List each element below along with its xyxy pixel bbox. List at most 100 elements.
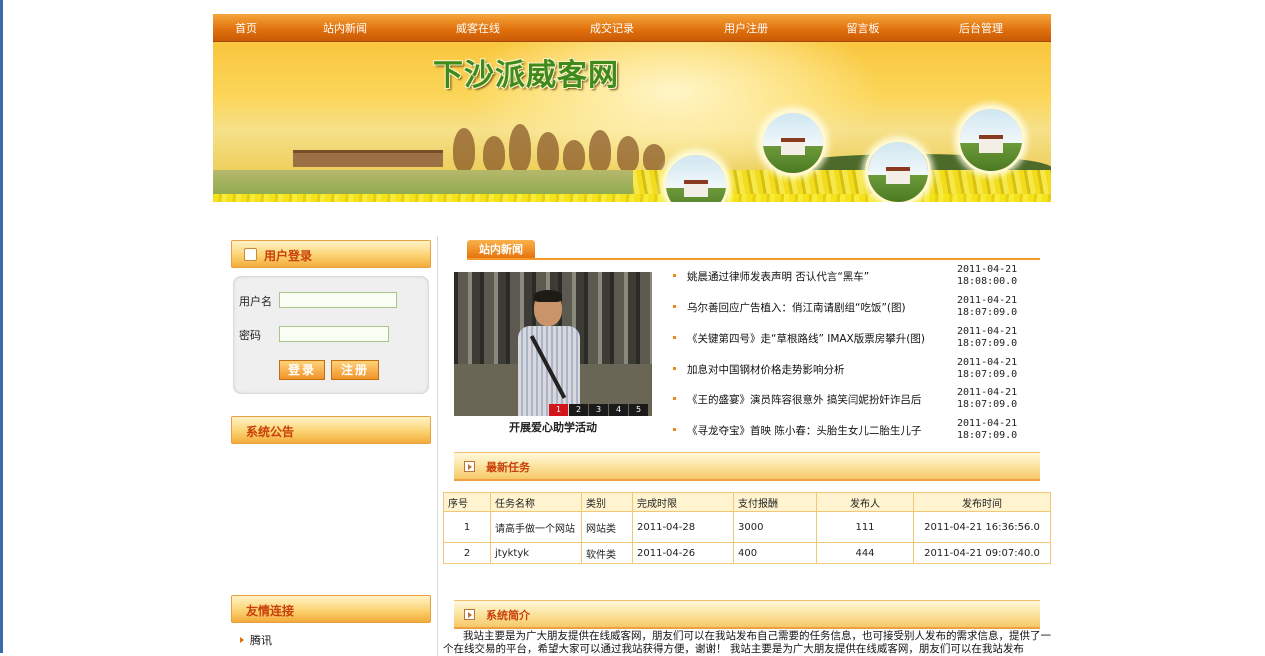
banner-photo-bubble-4	[957, 106, 1025, 174]
tasks-table: 序号 任务名称 类别 完成时限 支付报酬 发布人 发布时间 1 请高手做一个网站…	[443, 492, 1051, 564]
photo-caption[interactable]: 开展爱心助学活动	[454, 419, 652, 435]
table-row[interactable]: 1 请高手做一个网站 网站类 2011-04-28 3000 111 2011-…	[443, 511, 1051, 543]
banner-trees	[413, 102, 673, 172]
banner-houses	[293, 150, 443, 167]
news-title-link[interactable]: 加息对中国钢材价格走势影响分析	[687, 362, 845, 377]
banner-photo-bubble-1	[663, 152, 729, 202]
news-item: 《寻龙夺宝》首映 陈小春：头胎生女儿二胎生儿子 2011-04-21 18:07…	[673, 418, 1043, 450]
left-column: 用户登录 用户名 密码 登录 注册 系统公告 友情连接 腾讯	[230, 240, 438, 647]
left-column-divider	[437, 236, 438, 656]
cell-publisher: 111	[816, 511, 914, 543]
nav-deal-records[interactable]: 成交记录	[545, 20, 679, 36]
news-item: 加息对中国钢材价格走势影响分析 2011-04-21 18:07:09.0	[673, 357, 1043, 389]
cell-index: 1	[443, 511, 491, 543]
col-publish-time: 发布时间	[913, 492, 1051, 512]
notice-title: 系统公告	[246, 425, 295, 439]
password-input[interactable]	[279, 326, 389, 342]
nav-site-news[interactable]: 站内新闻	[279, 20, 411, 36]
login-button[interactable]: 登录	[279, 360, 325, 380]
news-bullet	[673, 428, 676, 431]
cell-index: 2	[443, 542, 491, 564]
news-date: 2011-04-21 18:07:09.0	[957, 357, 1018, 380]
cell-deadline: 2011-04-26	[632, 542, 734, 564]
login-panel-header: 用户登录	[231, 240, 431, 268]
col-publisher: 发布人	[816, 492, 914, 512]
news-divider	[467, 258, 1040, 260]
password-label: 密码	[239, 329, 261, 342]
login-form: 用户名 密码 登录 注册	[233, 276, 429, 394]
table-header-row: 序号 任务名称 类别 完成时限 支付报酬 发布人 发布时间	[443, 492, 1051, 512]
cell-reward: 3000	[733, 511, 817, 543]
news-bullet	[673, 336, 676, 339]
tasks-title: 最新任务	[486, 461, 530, 474]
top-navigation: 首页 站内新闻 威客在线 成交记录 用户注册 留言板 后台管理	[213, 14, 1051, 42]
friend-link-item[interactable]: 腾讯	[240, 632, 272, 648]
username-input[interactable]	[279, 292, 397, 308]
nav-message-board[interactable]: 留言板	[813, 20, 913, 36]
nav-admin[interactable]: 后台管理	[913, 20, 1049, 36]
news-title-link[interactable]: 《寻龙夺宝》首映 陈小春：头胎生女儿二胎生儿子	[687, 423, 921, 438]
slide-page-3[interactable]: 3	[589, 404, 608, 416]
news-date: 2011-04-21 18:07:09.0	[957, 387, 1018, 410]
friend-link-label: 腾讯	[250, 634, 272, 647]
news-bullet	[673, 274, 676, 277]
intro-text: 我站主要是为广大朋友提供在线威客网，朋友们可以在我站发布自己需要的任务信息，也可…	[443, 630, 1051, 655]
cell-deadline: 2011-04-28	[632, 511, 734, 543]
cell-task-name[interactable]: 请高手做一个网站	[490, 511, 582, 543]
slide-page-2[interactable]: 2	[569, 404, 588, 416]
nav-user-register[interactable]: 用户注册	[679, 20, 813, 36]
news-date: 2011-04-21 18:07:09.0	[957, 295, 1018, 318]
news-bullet	[673, 367, 676, 370]
cell-publish-time: 2011-04-21 16:36:56.0	[913, 511, 1051, 543]
news-title-link[interactable]: 姚晨通过律师发表声明 否认代言“黑车”	[687, 269, 869, 284]
notice-panel-header: 系统公告	[231, 416, 431, 444]
window-left-border	[0, 0, 3, 653]
news-item: 《王的盛宴》演员阵容很意外 搞笑闫妮扮奸诈吕后 2011-04-21 18:07…	[673, 387, 1043, 419]
banner-photo-bubble-2	[760, 110, 826, 176]
cell-category: 软件类	[581, 542, 633, 564]
person-figure	[516, 290, 582, 416]
slide-page-4[interactable]: 4	[609, 404, 628, 416]
table-row[interactable]: 2 jtyktyk 软件类 2011-04-26 400 444 2011-04…	[443, 542, 1051, 564]
site-title: 下沙派威客网	[433, 58, 619, 93]
login-title: 用户登录	[264, 249, 313, 263]
news-tab[interactable]: 站内新闻	[467, 240, 535, 258]
slide-page-1[interactable]: 1	[549, 404, 568, 416]
intro-section-header: 系统简介	[454, 600, 1040, 629]
cell-task-name[interactable]: jtyktyk	[490, 542, 582, 564]
slideshow-pager: 1 2 3 4 5	[548, 404, 648, 416]
arrow-box-icon	[464, 609, 475, 620]
news-title-link[interactable]: 《关键第四号》走“草根路线” IMAX版票房攀升(图)	[687, 331, 925, 346]
news-title-link[interactable]: 乌尔善回应广告植入：俏江南请剧组“吃饭”(图)	[687, 300, 906, 315]
header-banner: 下沙派威客网	[213, 42, 1051, 202]
news-slideshow-photo[interactable]: 1 2 3 4 5	[454, 272, 652, 416]
username-label: 用户名	[239, 295, 272, 308]
col-reward: 支付报酬	[733, 492, 817, 512]
cell-category: 网站类	[581, 511, 633, 543]
intro-title: 系统简介	[486, 609, 530, 622]
news-date: 2011-04-21 18:08:00.0	[957, 264, 1018, 287]
col-deadline: 完成时限	[632, 492, 734, 512]
col-category: 类别	[581, 492, 633, 512]
arrow-box-icon	[464, 461, 475, 472]
slide-page-5[interactable]: 5	[629, 404, 648, 416]
news-date: 2011-04-21 18:07:09.0	[957, 326, 1018, 349]
col-task-name: 任务名称	[490, 492, 582, 512]
nav-witkey-online[interactable]: 威客在线	[411, 20, 545, 36]
nav-home[interactable]: 首页	[213, 20, 279, 36]
news-title-link[interactable]: 《王的盛宴》演员阵容很意外 搞笑闫妮扮奸诈吕后	[687, 392, 921, 407]
page-container: 首页 站内新闻 威客在线 成交记录 用户注册 留言板 后台管理 下沙派威客网 用…	[213, 14, 1051, 656]
cell-reward: 400	[733, 542, 817, 564]
tasks-section-header: 最新任务	[454, 452, 1040, 481]
links-panel-header: 友情连接	[231, 595, 431, 623]
banner-photo-bubble-3	[865, 139, 931, 202]
col-index: 序号	[443, 492, 491, 512]
cell-publisher: 444	[816, 542, 914, 564]
news-bullet	[673, 397, 676, 400]
news-item: 姚晨通过律师发表声明 否认代言“黑车” 2011-04-21 18:08:00.…	[673, 264, 1043, 296]
login-icon	[244, 248, 257, 261]
links-title: 友情连接	[246, 604, 295, 618]
news-bullet	[673, 305, 676, 308]
register-button[interactable]: 注册	[331, 360, 379, 380]
cell-publish-time: 2011-04-21 09:07:40.0	[913, 542, 1051, 564]
